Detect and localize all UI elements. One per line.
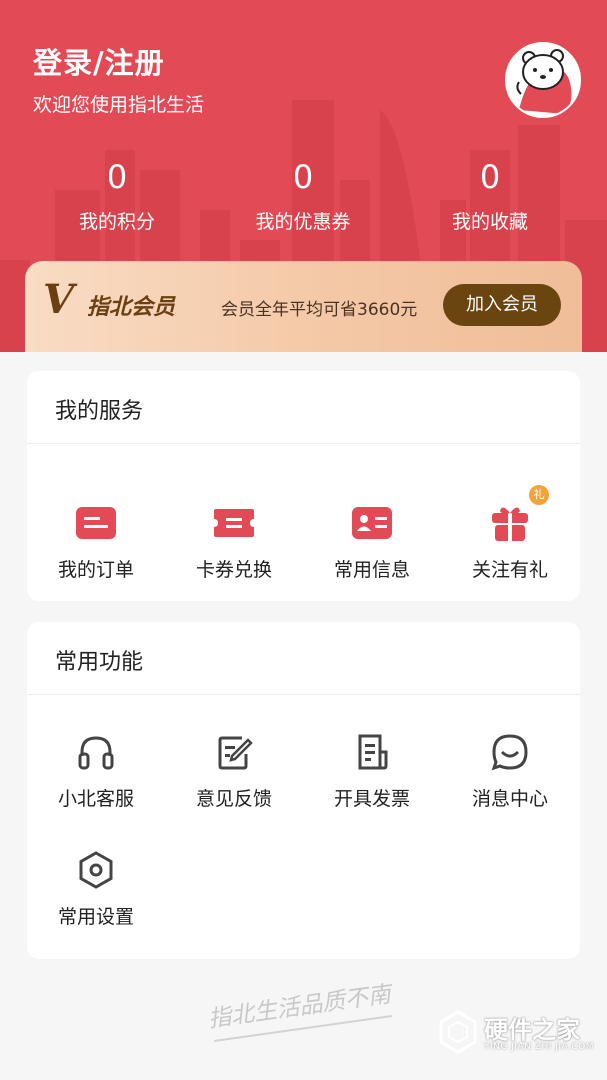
- function-invoice[interactable]: 开具发票: [303, 732, 441, 811]
- join-vip-button[interactable]: 加入会员: [443, 284, 561, 326]
- function-settings[interactable]: 常用设置: [27, 850, 165, 929]
- function-message-center[interactable]: 消息中心: [441, 732, 579, 811]
- function-label: 开具发票: [333, 788, 410, 810]
- function-label: 消息中心: [471, 788, 548, 810]
- function-customer-service[interactable]: 小北客服: [27, 732, 165, 811]
- service-label: 卡券兑换: [195, 559, 272, 581]
- service-label: 我的订单: [57, 559, 134, 581]
- function-label: 小北客服: [57, 788, 134, 810]
- vip-description: 会员全年平均可省3660元: [221, 300, 418, 320]
- vip-name: 指北会员: [87, 295, 176, 320]
- service-common-info[interactable]: 常用信息: [303, 503, 441, 582]
- stat-coupons[interactable]: 0 我的优惠券: [233, 155, 373, 234]
- functions-title: 常用功能: [55, 650, 144, 675]
- watermark-logo-icon: [439, 1010, 477, 1054]
- id-card-icon: [352, 507, 392, 539]
- stat-label: 我的积分: [78, 211, 155, 233]
- function-label: 意见反馈: [195, 788, 272, 810]
- vip-logo-icon: V: [43, 276, 75, 323]
- service-orders[interactable]: 我的订单: [27, 503, 165, 582]
- gift-badge: 礼: [529, 485, 549, 505]
- functions-card: 常用功能 小北客服 意见反馈 开具发票 消息中心 常用设置: [27, 622, 580, 959]
- order-icon: [76, 507, 116, 539]
- ticket-icon: [214, 509, 254, 537]
- stat-favorites[interactable]: 0 我的收藏: [420, 155, 560, 234]
- message-icon: [491, 734, 528, 771]
- settings-icon: [79, 851, 113, 889]
- vip-membership-banner[interactable]: V 指北会员 会员全年平均可省3660元 加入会员: [25, 261, 582, 352]
- stat-label: 我的收藏: [451, 211, 528, 233]
- watermark-subtext: YING JIAN ZHI JIA.COM: [484, 1042, 595, 1052]
- service-label: 关注有礼: [471, 559, 548, 581]
- stats-row: 0 我的积分 0 我的优惠券 0 我的收藏: [0, 155, 607, 245]
- stat-value: 0: [106, 158, 128, 196]
- gift-icon: [492, 507, 528, 541]
- avatar[interactable]: [505, 42, 581, 118]
- invoice-icon: [358, 734, 388, 770]
- feedback-icon: [218, 736, 253, 770]
- service-label: 常用信息: [333, 559, 410, 581]
- service-follow-gift[interactable]: 关注有礼: [441, 503, 579, 582]
- stat-label: 我的优惠券: [255, 211, 351, 233]
- service-ticket-exchange[interactable]: 卡券兑换: [165, 503, 303, 582]
- watermark-text: 硬件之家: [484, 1016, 580, 1044]
- function-label: 常用设置: [57, 906, 134, 928]
- services-title: 我的服务: [55, 399, 144, 424]
- stat-value: 0: [479, 158, 501, 196]
- footer-slogan: 指北生活品质不南: [206, 981, 393, 1033]
- welcome-text: 欢迎您使用指北生活: [33, 94, 205, 116]
- divider: [27, 443, 580, 444]
- login-register-link[interactable]: 登录/注册: [33, 40, 165, 82]
- divider: [27, 694, 580, 695]
- function-feedback[interactable]: 意见反馈: [165, 732, 303, 811]
- stat-value: 0: [292, 158, 314, 196]
- services-card: 我的服务 我的订单 卡券兑换 常用信息 关注有礼 礼: [27, 371, 580, 601]
- stat-points[interactable]: 0 我的积分: [47, 155, 187, 234]
- watermark: 硬件之家 YING JIAN ZHI JIA.COM: [438, 1008, 598, 1058]
- headset-icon: [78, 736, 114, 770]
